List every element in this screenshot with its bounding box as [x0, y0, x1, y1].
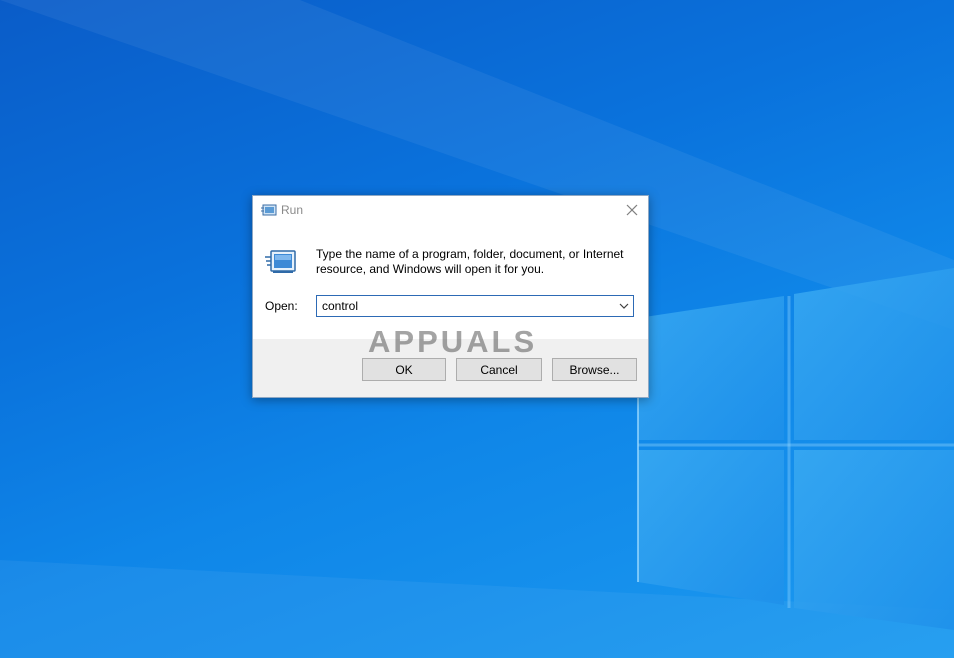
cancel-button[interactable]: Cancel: [456, 358, 542, 381]
title-bar[interactable]: Run: [253, 196, 648, 224]
open-label: Open:: [265, 299, 298, 313]
open-combobox[interactable]: [316, 295, 634, 317]
window-title: Run: [281, 203, 304, 217]
logo-pane-bottom-right: [794, 450, 954, 630]
close-icon: [626, 204, 638, 216]
chevron-down-icon: [619, 303, 629, 309]
run-dialog: Run Type the name of a program, folder, …: [252, 195, 649, 398]
logo-pane-top-left: [638, 296, 784, 440]
browse-button[interactable]: Browse...: [552, 358, 637, 381]
logo-pane-top-right: [794, 268, 954, 440]
svg-text:APPUALS: APPUALS: [368, 324, 537, 358]
ok-button[interactable]: OK: [362, 358, 446, 381]
run-icon: [261, 203, 277, 217]
dropdown-button[interactable]: [615, 296, 633, 316]
run-program-icon: [265, 249, 297, 275]
appuals-watermark: APPUALS: [368, 324, 578, 359]
logo-pane-bottom-left: [638, 450, 784, 605]
open-input[interactable]: [317, 296, 613, 316]
dialog-description: Type the name of a program, folder, docu…: [316, 247, 624, 276]
close-button[interactable]: [616, 196, 648, 224]
